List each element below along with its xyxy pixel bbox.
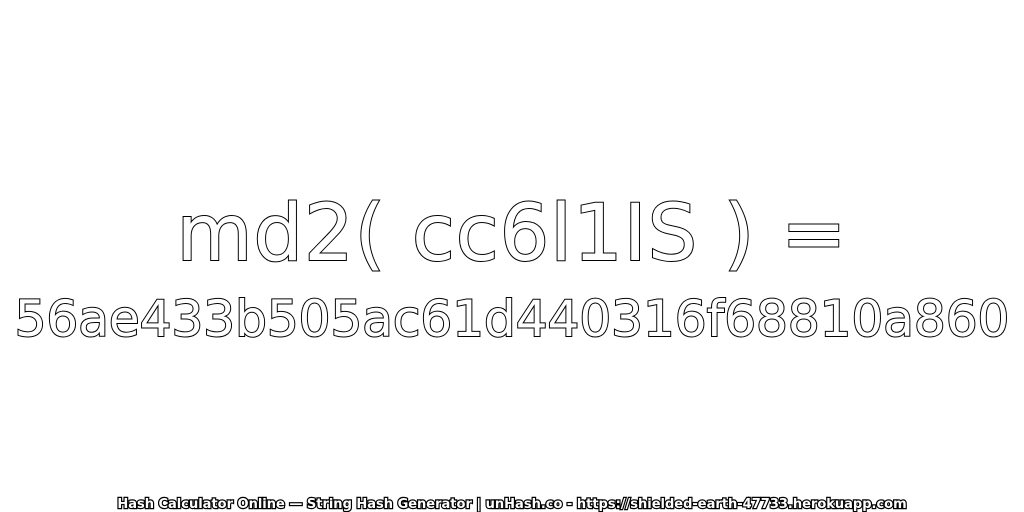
footer-credit: Hash Calculator Online — String Hash Gen… [116, 496, 908, 512]
hash-result: 56ae433b505ac61d440316f68810a860 [14, 289, 1011, 349]
hash-expression: md2( cc6l1IS ) = [176, 188, 848, 280]
